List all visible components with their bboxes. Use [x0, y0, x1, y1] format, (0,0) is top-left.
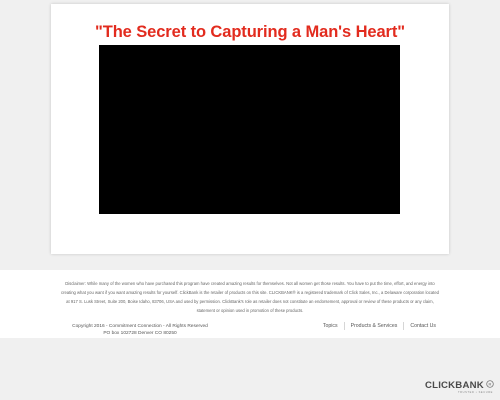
- clickbank-logo-text: CLICKBANK: [425, 380, 484, 391]
- copyright: Copyright 2016 - Commitment Connection -…: [60, 323, 220, 337]
- svg-text:R: R: [489, 381, 492, 386]
- footer: Disclaimer: While many of the women who …: [0, 270, 500, 338]
- video-player[interactable]: [99, 45, 400, 214]
- footer-link-topics[interactable]: Topics: [317, 322, 344, 330]
- clickbank-badge[interactable]: CLICKBANK TRUSTED • SECURE R: [425, 380, 495, 398]
- registered-mark-icon: R: [486, 380, 494, 388]
- footer-nav: Topics Products & Services Contact Us: [317, 322, 442, 330]
- clickbank-tagline: TRUSTED • SECURE: [457, 391, 493, 394]
- content-card: "The Secret to Capturing a Man's Heart": [51, 4, 449, 254]
- address-line: PO box 102728 Denver CO 80250: [103, 331, 177, 336]
- footer-link-products-services[interactable]: Products & Services: [345, 322, 404, 330]
- copyright-line: Copyright 2016 - Commitment Connection -…: [72, 324, 208, 329]
- disclaimer-text: Disclaimer: While many of the women who …: [60, 281, 440, 313]
- page: "The Secret to Capturing a Man's Heart" …: [0, 0, 500, 400]
- footer-link-contact-us[interactable]: Contact Us: [404, 322, 442, 330]
- page-headline: "The Secret to Capturing a Man's Heart": [95, 23, 405, 41]
